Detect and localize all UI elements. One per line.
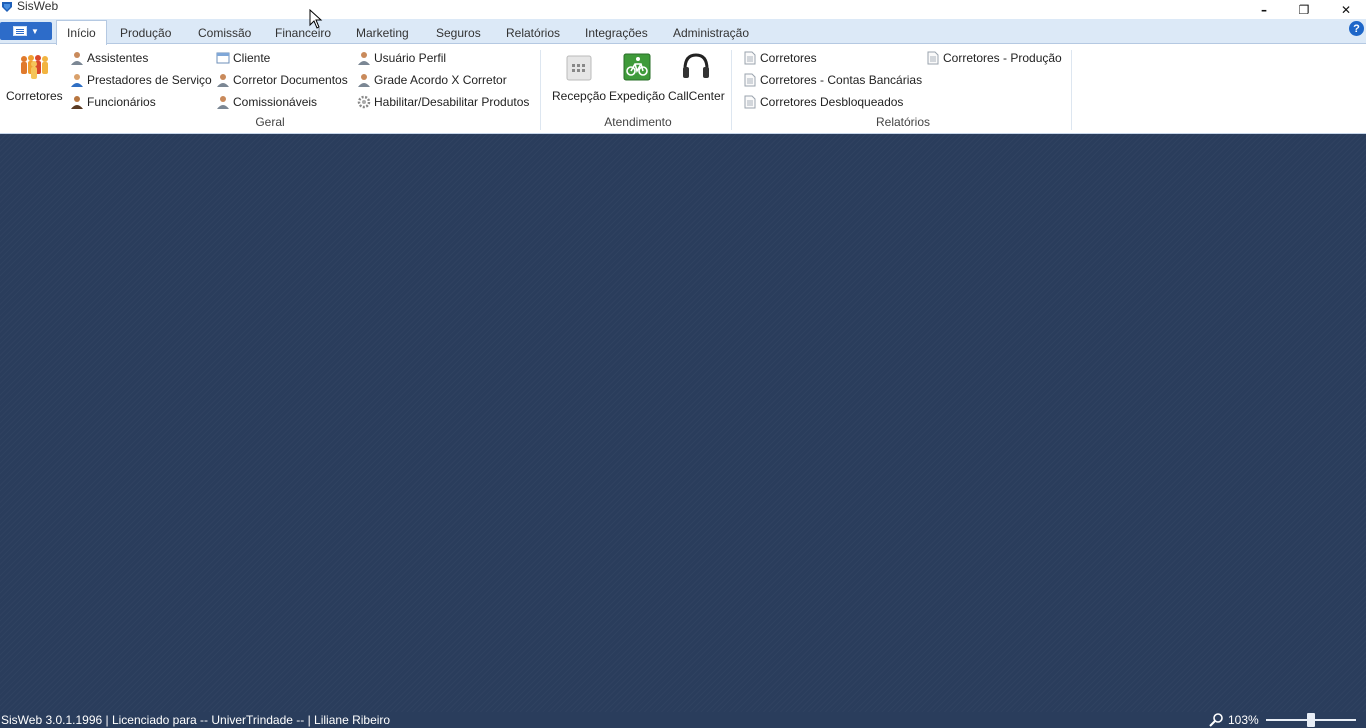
grade-acordo-button[interactable]: Grade Acordo X Corretor	[357, 71, 507, 89]
usuario-perfil-label: Usuário Perfil	[374, 51, 447, 65]
group-divider	[540, 50, 541, 130]
prestadores-label: Prestadores de Serviço	[87, 73, 212, 87]
relatorio-producao-label: Corretores - Produção	[943, 51, 1062, 65]
magnifier-icon	[1209, 713, 1223, 727]
person-dark-icon	[71, 96, 83, 109]
recepcao-label: Recepção	[552, 89, 607, 103]
help-icon[interactable]: ?	[1349, 21, 1364, 36]
group-divider	[1071, 50, 1072, 130]
document-icon	[744, 95, 756, 109]
tab-inicio[interactable]: Início	[56, 20, 107, 45]
relatorio-producao-button[interactable]: Corretores - Produção	[926, 49, 1062, 67]
usuario-perfil-button[interactable]: Usuário Perfil	[357, 49, 446, 67]
restore-button[interactable]: ❐	[1285, 0, 1323, 19]
tab-seguros[interactable]: Seguros	[426, 20, 491, 45]
tab-marketing[interactable]: Marketing	[346, 20, 419, 45]
document-icon	[744, 51, 756, 65]
group-label-relatorios: Relatórios	[875, 115, 931, 129]
callcenter-button[interactable]: CallCenter	[668, 50, 725, 103]
funcionarios-label: Funcionários	[87, 95, 156, 109]
assistentes-button[interactable]: Assistentes	[70, 49, 148, 67]
ribbon-panel: Corretores Assistentes Prestadores de Se…	[0, 44, 1366, 134]
group-divider	[731, 50, 732, 130]
tab-comissao[interactable]: Comissão	[188, 20, 261, 45]
corretores-label: Corretores	[6, 89, 63, 103]
person-icon	[358, 52, 370, 65]
expedicao-label: Expedição	[609, 89, 666, 103]
tab-integracoes[interactable]: Integrações	[575, 20, 658, 45]
zoom-level: 103%	[1228, 713, 1259, 727]
tab-financeiro[interactable]: Financeiro	[265, 20, 341, 45]
callcenter-label: CallCenter	[668, 89, 725, 103]
window-title: SisWeb	[17, 0, 59, 13]
zoom-slider-thumb[interactable]	[1307, 713, 1315, 727]
corretor-documentos-label: Corretor Documentos	[233, 73, 348, 87]
prestadores-button[interactable]: Prestadores de Serviço	[70, 71, 212, 89]
building-icon	[562, 50, 596, 84]
people-group-icon	[17, 50, 51, 84]
bicycle-icon	[620, 50, 654, 84]
tab-producao[interactable]: Produção	[110, 20, 181, 45]
status-text: SisWeb 3.0.1.1996 | Licenciado para -- U…	[1, 713, 391, 727]
tab-administracao[interactable]: Administração	[663, 20, 759, 45]
mouse-cursor-icon	[309, 9, 323, 29]
zoom-slider[interactable]	[1266, 712, 1356, 728]
menu-icon	[13, 26, 28, 36]
relatorio-corretores-button[interactable]: Corretores	[743, 49, 817, 67]
gear-icon	[357, 95, 371, 109]
person-icon	[71, 52, 83, 65]
person-icon	[358, 74, 370, 87]
person-icon	[217, 74, 229, 87]
relatorio-desbloqueados-button[interactable]: Corretores Desbloqueados	[743, 93, 903, 111]
relatorio-contas-bancarias-button[interactable]: Corretores - Contas Bancárias	[743, 71, 922, 89]
app-logo-icon	[2, 2, 12, 12]
corretores-button[interactable]: Corretores	[6, 50, 63, 103]
expedicao-button[interactable]: Expedição	[609, 50, 665, 103]
habilitar-produtos-button[interactable]: Habilitar/Desabilitar Produtos	[357, 93, 529, 111]
comissionaveis-button[interactable]: Comissionáveis	[216, 93, 317, 111]
relatorio-corretores-label: Corretores	[760, 51, 817, 65]
app-menu-button[interactable]: ▼	[0, 22, 52, 40]
mdi-workspace[interactable]	[0, 134, 1366, 712]
person-icon	[217, 96, 229, 109]
group-label-atendimento: Atendimento	[604, 115, 672, 129]
assistentes-label: Assistentes	[87, 51, 149, 65]
relatorio-contas-bancarias-label: Corretores - Contas Bancárias	[760, 73, 923, 87]
document-icon	[744, 73, 756, 87]
status-bar: SisWeb 3.0.1.1996 | Licenciado para -- U…	[0, 712, 1366, 728]
minimize-button[interactable]: –	[1245, 0, 1283, 19]
comissionaveis-label: Comissionáveis	[233, 95, 318, 109]
group-label-geral: Geral	[255, 115, 285, 129]
chevron-down-icon: ▼	[31, 26, 39, 36]
funcionarios-button[interactable]: Funcionários	[70, 93, 156, 111]
habilitar-produtos-label: Habilitar/Desabilitar Produtos	[374, 95, 530, 109]
recepcao-button[interactable]: Recepção	[552, 50, 606, 103]
person-blue-icon	[71, 74, 83, 87]
cliente-button[interactable]: Cliente	[216, 49, 270, 67]
tab-relatorios[interactable]: Relatórios	[496, 20, 570, 45]
cliente-label: Cliente	[233, 51, 271, 65]
close-button[interactable]: ✕	[1327, 0, 1365, 19]
window-icon	[216, 52, 230, 64]
headset-icon	[679, 50, 713, 84]
grade-acordo-label: Grade Acordo X Corretor	[374, 73, 507, 87]
document-icon	[927, 51, 939, 65]
title-bar: SisWeb – ❐ ✕	[0, 0, 1366, 19]
relatorio-desbloqueados-label: Corretores Desbloqueados	[760, 95, 904, 109]
corretor-documentos-button[interactable]: Corretor Documentos	[216, 71, 348, 89]
